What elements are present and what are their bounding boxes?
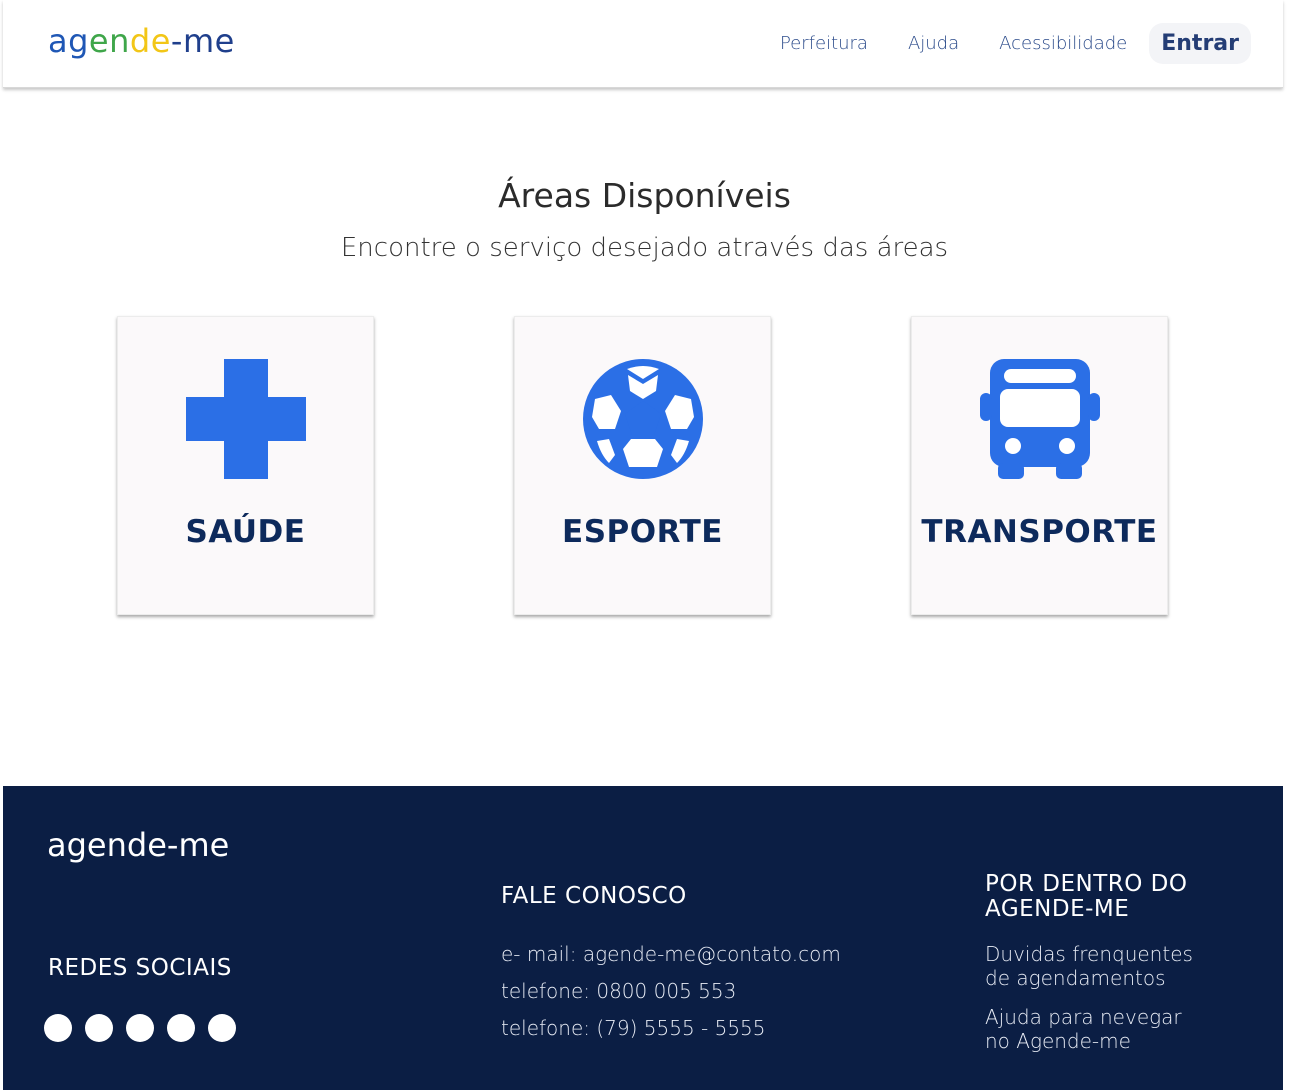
footer: agende-me REDES SOCIAIS FALE CONOSCO e- …	[3, 786, 1283, 1090]
contact-email: e- mail: agende-me@contato.com	[501, 942, 841, 966]
login-button[interactable]: Entrar	[1149, 23, 1251, 64]
logo-part-4: -me	[170, 22, 235, 60]
contact-title: FALE CONOSCO	[501, 883, 687, 909]
page-subtitle: Encontre o serviço desejado através das …	[340, 233, 949, 263]
contact-phone-1: telefone: 0800 005 553	[501, 979, 737, 1003]
area-card-transporte[interactable]: TRANSPORTE	[911, 316, 1168, 615]
nav-link-acessibilidade[interactable]: Acessibilidade	[999, 33, 1127, 54]
footer-logo: agende-me	[47, 826, 230, 864]
about-title-line-2: AGENDE-ME	[985, 896, 1130, 922]
logo-part-2: en	[88, 22, 130, 60]
help-link[interactable]: Ajuda para nevegar no Agende-me	[985, 1005, 1182, 1053]
social-title: REDES SOCIAIS	[48, 955, 232, 981]
social-icon[interactable]	[44, 1014, 72, 1042]
bus-icon	[980, 359, 1100, 479]
soccer-ball-icon	[583, 359, 703, 479]
contact-phone-2: telefone: (79) 5555 - 5555	[501, 1016, 766, 1040]
faq-link-line-2: de agendamentos	[985, 966, 1166, 990]
social-icon[interactable]	[126, 1014, 154, 1042]
nav-link-ajuda[interactable]: Ajuda	[908, 33, 959, 54]
help-link-line-1: Ajuda para nevegar	[985, 1005, 1182, 1029]
logo-part-1: ag	[48, 22, 89, 60]
social-links	[44, 1014, 249, 1042]
about-title-line-1: POR DENTRO DO	[985, 871, 1188, 897]
social-icon[interactable]	[85, 1014, 113, 1042]
area-card-label: TRANSPORTE	[921, 514, 1158, 550]
top-navbar: agende-me Perfeitura Ajuda Acessibilidad…	[3, 0, 1283, 88]
social-icon[interactable]	[167, 1014, 195, 1042]
logo[interactable]: agende-me	[48, 22, 235, 60]
faq-link[interactable]: Duvidas frenquentes de agendamentos	[985, 942, 1193, 990]
nav-link-perfeitura[interactable]: Perfeitura	[780, 33, 868, 54]
help-link-line-2: no Agende-me	[985, 1029, 1131, 1053]
area-card-label: ESPORTE	[562, 514, 723, 550]
nav-menu: Perfeitura Ajuda Acessibilidade Entrar	[740, 23, 1251, 64]
area-card-saude[interactable]: SAÚDE	[117, 316, 374, 615]
faq-link-line-1: Duvidas frenquentes	[985, 942, 1193, 966]
page-title: Áreas Disponíveis	[498, 176, 791, 215]
logo-part-3: de	[129, 22, 171, 60]
area-card-label: SAÚDE	[185, 514, 306, 550]
social-icon[interactable]	[208, 1014, 236, 1042]
health-cross-icon	[186, 359, 306, 479]
area-card-esporte[interactable]: ESPORTE	[514, 316, 771, 615]
about-title: POR DENTRO DO AGENDE-ME	[985, 872, 1187, 922]
